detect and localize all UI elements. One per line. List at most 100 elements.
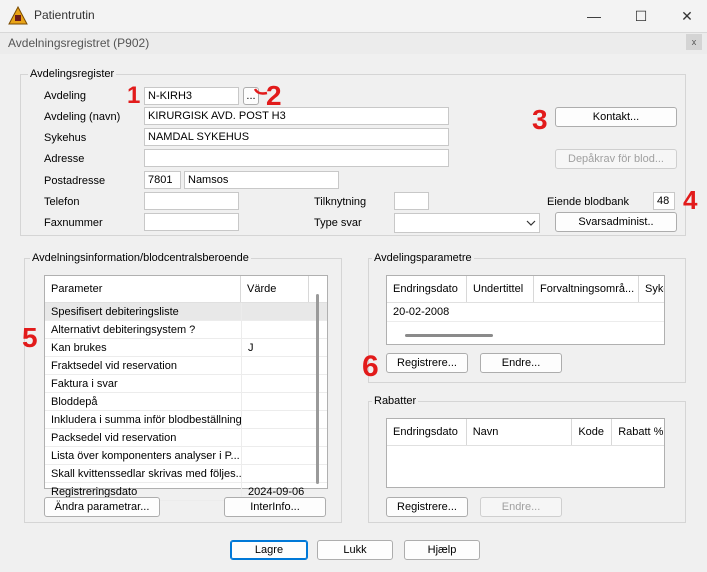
rabatter-registrere-button[interactable]: Registrere... [386,497,468,517]
parameter-cell: Inkludera i summa inför blodbeställning [51,413,241,426]
faxnummer-field[interactable] [144,213,239,231]
annotation-1: 1 [127,82,141,109]
close-icon: ✕ [681,7,693,24]
eiende-blodbank-field[interactable]: 48 [653,192,675,210]
avdelingsparametre-list-header: Endringsdato Undertittel Forvaltningsomr… [387,276,664,303]
table-row[interactable]: Alternativt debiteringsystem ? [45,321,327,339]
parameter-cell: Skall kvittenssedlar skrivas med följes.… [51,467,241,480]
parameter-cell: Faktura i svar [51,377,118,390]
avdelingsparametre-hscrollbar[interactable] [405,334,493,337]
avdelingsparametre-registrere-button[interactable]: Registrere... [386,353,468,373]
hjaelp-button[interactable]: Hjælp [404,540,480,560]
table-row[interactable]: 20-02-2008 [387,303,664,322]
dialog-title: Avdelningsregistret (P902) [8,36,150,50]
adresse-field[interactable] [144,149,449,167]
parameter-cell: Packsedel vid reservation [51,431,177,444]
value-cell [241,303,327,320]
svarsadministration-button[interactable]: Svarsadminist.. [555,212,677,232]
parameter-list-scrollbar[interactable] [316,294,319,484]
adresse-label: Adresse [44,153,85,165]
column-header-rabatt[interactable]: Rabatt % [612,419,664,445]
table-row[interactable]: Inkludera i summa inför blodbeställning [45,411,327,429]
maximize-button[interactable]: ☐ [627,4,655,28]
close-icon: x [691,37,697,47]
column-header-undertittel[interactable]: Undertittel [467,276,534,302]
type-svar-label: Type svar [314,217,362,229]
maximize-icon: ☐ [634,7,648,24]
tilknytning-field[interactable] [394,192,429,210]
telefon-label: Telefon [44,196,80,208]
value-cell [241,447,327,464]
telefon-field[interactable] [144,192,239,210]
type-svar-select[interactable] [394,213,540,233]
table-row[interactable]: Kan brukes J [45,339,327,357]
table-row[interactable]: Lista över komponenters analyser i P... [45,447,327,465]
endringsdato-cell: 20-02-2008 [393,306,450,318]
table-row[interactable]: Spesifisert debiteringsliste [45,303,327,321]
column-header-parameter[interactable]: Parameter [45,276,241,302]
interinfo-button[interactable]: InterInfo... [224,497,326,517]
parameter-cell: Lista över komponenters analyser i P... [51,449,240,462]
column-header-forvaltningsomrade[interactable]: Forvaltningsområ... [534,276,639,302]
rabatter-list[interactable]: Endringsdato Navn Kode Rabatt % [386,418,665,488]
column-header-varde[interactable]: Värde [241,276,309,302]
postnr-field[interactable]: 7801 [144,171,181,189]
avdeling-label: Avdeling [44,90,86,102]
column-header-endringsdato[interactable]: Endringsdato [387,276,467,302]
value-cell [241,375,327,392]
rabatter-endre-button[interactable]: Endre... [480,497,562,517]
avdelingsparametre-group-label: Avdelingsparametre [372,252,474,264]
value-cell [241,429,327,446]
table-row[interactable]: Bloddepå [45,393,327,411]
value-cell [241,393,327,410]
lukk-button[interactable]: Lukk [317,540,393,560]
table-row[interactable]: Fraktsedel vid reservation [45,357,327,375]
table-row[interactable]: Skall kvittenssedlar skrivas med följes.… [45,465,327,483]
window-title: Patientrutin [34,8,95,22]
close-button[interactable]: ✕ [673,4,701,28]
avdeling-field[interactable]: N-KIRH3 [144,87,239,105]
rabatter-group-label: Rabatter [372,395,419,407]
column-header-endringsdato[interactable]: Endringsdato [387,419,467,445]
postadresse-label: Postadresse [44,175,106,187]
parameter-cell: Spesifisert debiteringsliste [51,305,179,318]
tilknytning-label: Tilknytning [314,196,367,208]
eiende-blodbank-label: Eiende blodbank [547,196,629,208]
value-cell [241,411,327,428]
avdelingsparametre-list[interactable]: Endringsdato Undertittel Forvaltningsomr… [386,275,665,345]
annotation-5: 5 [22,322,38,353]
chevron-down-icon [526,220,536,226]
column-header-navn[interactable]: Navn [467,419,573,445]
value-cell [241,357,327,374]
parameter-list-header: Parameter Värde [45,276,327,303]
dialog-close-button[interactable]: x [686,34,702,50]
avdelningsinformation-group-label: Avdelningsinformation/blodcentralsberoen… [30,252,251,264]
minimize-button[interactable]: — [580,4,608,28]
kontakt-button[interactable]: Kontakt... [555,107,677,127]
lagre-button[interactable]: Lagre [230,540,308,560]
andra-parametrar-button[interactable]: Ändra parametrar... [44,497,160,517]
avdelingsparametre-endre-button[interactable]: Endre... [480,353,562,373]
parameter-list[interactable]: Parameter Värde Spesifisert debiteringsl… [44,275,328,501]
app-icon [8,6,28,25]
parameter-cell: Fraktsedel vid reservation [51,359,177,372]
value-cell [241,465,327,482]
faxnummer-label: Faxnummer [44,217,103,229]
annotation-2: 2 [266,80,282,111]
table-row[interactable]: Packsedel vid reservation [45,429,327,447]
column-header-kode[interactable]: Kode [572,419,613,445]
avdeling-navn-field[interactable]: KIRURGISK AVD. POST H3 [144,107,449,125]
parameter-cell: Bloddepå [51,395,98,408]
annotation-4: 4 [683,185,698,215]
parameter-cell: Registreringsdato [51,485,138,498]
sykehus-label: Sykehus [44,132,87,144]
poststed-field[interactable]: Namsos [184,171,339,189]
parameter-cell: Kan brukes [51,341,107,354]
minimize-icon: — [587,8,601,24]
annotation-3: 3 [532,104,548,135]
annotation-6: 6 [362,350,379,383]
sykehus-field[interactable]: NAMDAL SYKEHUS [144,128,449,146]
table-row[interactable]: Faktura i svar [45,375,327,393]
column-header-sykehus[interactable]: Syke [639,276,664,302]
depakrav-button[interactable]: Depåkrav för blod... [555,149,677,169]
